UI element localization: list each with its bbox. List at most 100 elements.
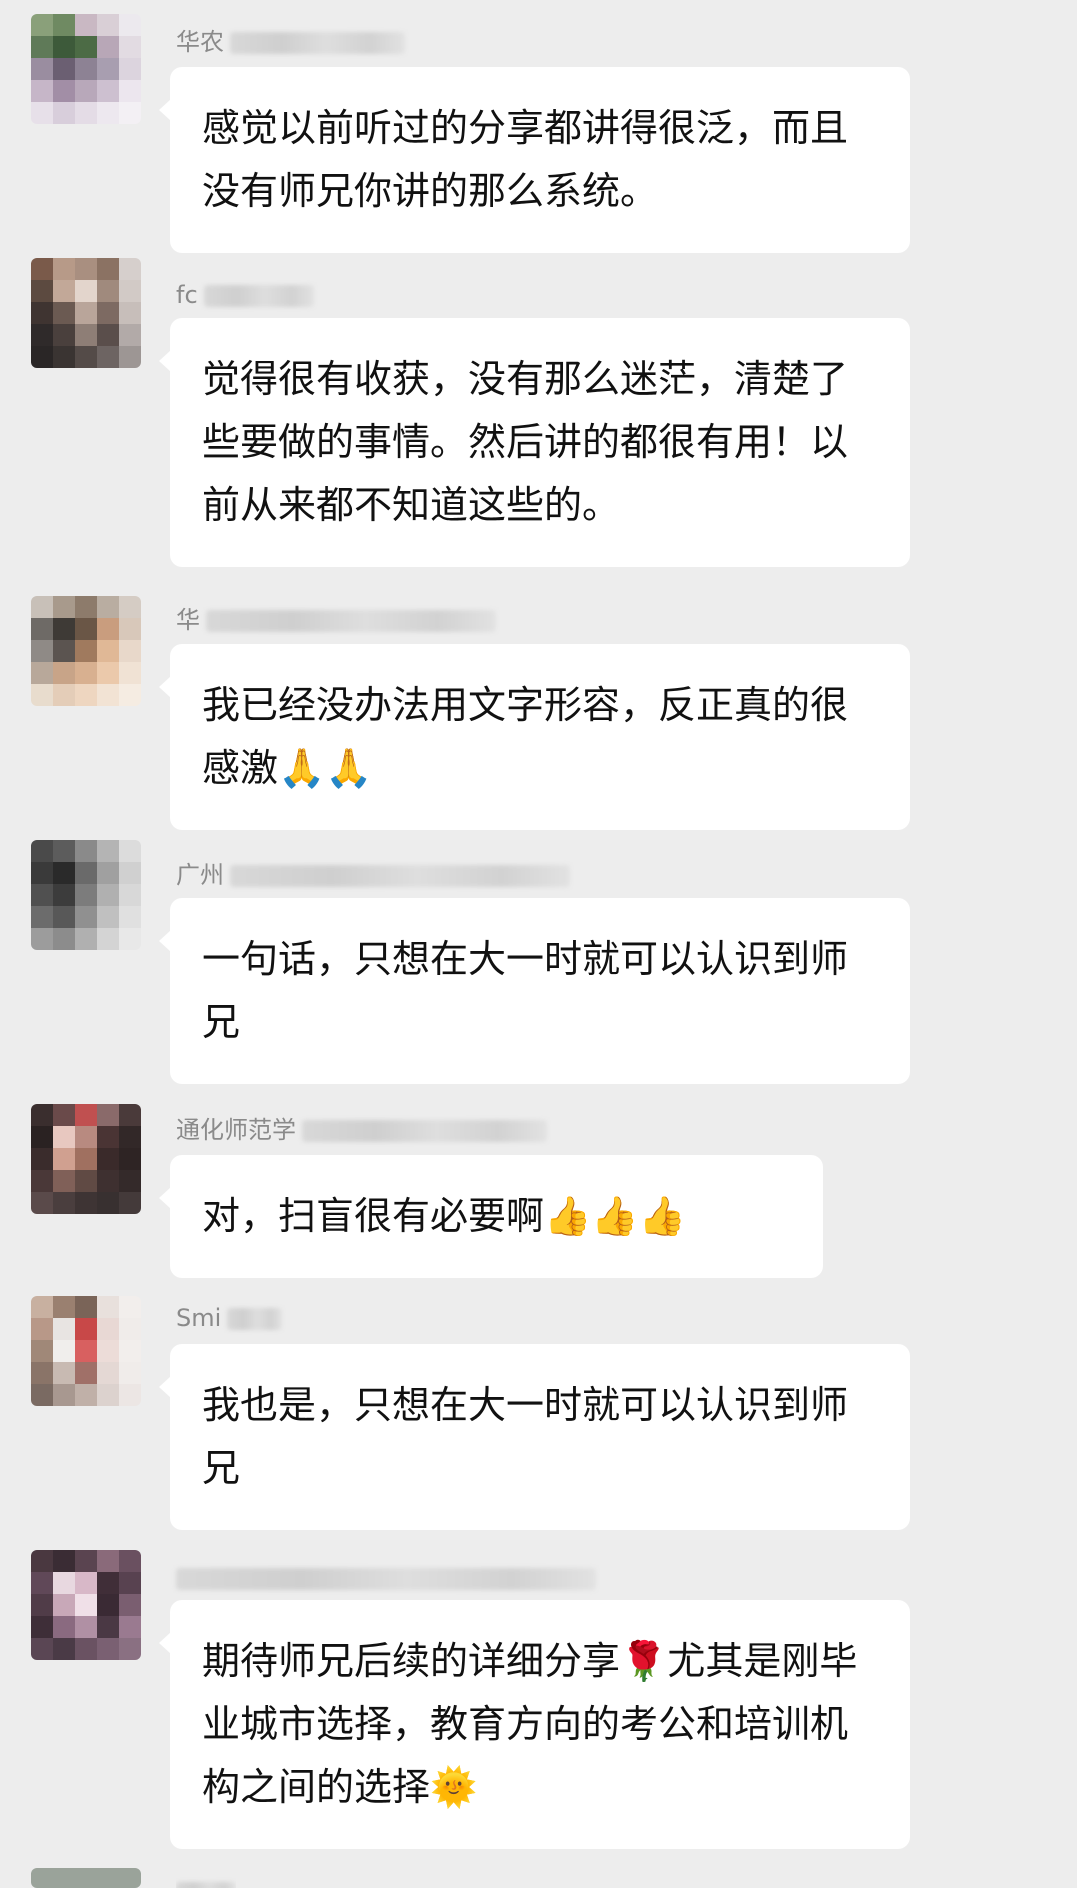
message-text: 我已经没办法用文字形容，反正真的很感激🙏🙏	[202, 683, 849, 790]
avatar-pixel	[119, 346, 141, 368]
avatar-pixel	[119, 862, 141, 884]
avatar-pixel	[119, 1384, 141, 1406]
avatar-pixel	[31, 1296, 53, 1318]
message-bubble[interactable]: 期待师兄后续的详细分享🌹尤其是刚毕业城市选择，教育方向的考公和培训机构之间的选择…	[159, 1600, 910, 1849]
avatar-pixel	[75, 928, 97, 950]
chat-history: 华农 感觉以前听过的分享都讲得很泛，而且没有师兄你讲的那么系统。 fc 觉得很有…	[0, 0, 1077, 1888]
avatar-pixel	[31, 1318, 53, 1340]
avatar-pixel	[97, 662, 119, 684]
avatar-pixel	[119, 14, 141, 36]
avatar[interactable]	[31, 1104, 141, 1214]
avatar-pixel	[97, 1296, 119, 1318]
avatar-pixel	[119, 1126, 141, 1148]
avatar[interactable]	[31, 14, 141, 124]
message-text: 感觉以前听过的分享都讲得很泛，而且没有师兄你讲的那么系统。	[202, 106, 849, 213]
avatar-pixel	[75, 596, 97, 618]
avatar-pixel	[119, 1550, 141, 1572]
avatar-pixel	[97, 596, 119, 618]
avatar-pixel	[75, 258, 97, 280]
avatar-pixel	[75, 1550, 97, 1572]
avatar-pixel	[53, 80, 75, 102]
avatar[interactable]	[31, 596, 141, 706]
avatar-pixel	[119, 1638, 141, 1660]
avatar-pixel	[97, 346, 119, 368]
avatar[interactable]	[31, 258, 141, 368]
avatar-pixel	[75, 346, 97, 368]
avatar-pixel	[119, 618, 141, 640]
avatar-pixel	[75, 14, 97, 36]
avatar-pixel	[31, 280, 53, 302]
avatar-pixel	[97, 1148, 119, 1170]
avatar[interactable]	[31, 840, 141, 950]
avatar-pixel	[119, 102, 141, 124]
message-bubble[interactable]: 我也是，只想在大一时就可以认识到师兄	[159, 1344, 910, 1530]
avatar-pixel	[53, 346, 75, 368]
avatar-pixel	[31, 1572, 53, 1594]
avatar[interactable]	[31, 1296, 141, 1406]
avatar-pixel	[31, 640, 53, 662]
avatar-pixel	[97, 1192, 119, 1214]
avatar-pixel	[53, 1192, 75, 1214]
avatar[interactable]	[31, 1868, 141, 1888]
avatar-pixel	[75, 618, 97, 640]
avatar-pixel	[119, 1148, 141, 1170]
avatar-pixel	[97, 258, 119, 280]
avatar-pixel	[53, 280, 75, 302]
avatar-pixel	[75, 1638, 97, 1660]
avatar-pixel	[97, 684, 119, 706]
avatar-pixel	[53, 662, 75, 684]
message-text: 一句话，只想在大一时就可以认识到师兄	[202, 937, 849, 1044]
message-bubble[interactable]: 对，扫盲很有必要啊👍👍👍	[159, 1155, 823, 1278]
avatar-pixel	[97, 1170, 119, 1192]
avatar-pixel	[75, 1148, 97, 1170]
avatar-pixel	[119, 1170, 141, 1192]
sender-name	[176, 1872, 236, 1888]
avatar-pixel	[75, 640, 97, 662]
avatar-pixel	[97, 1550, 119, 1572]
avatar-pixel	[119, 280, 141, 302]
avatar-pixel	[75, 58, 97, 80]
sender-name: 广州	[176, 855, 570, 895]
message-bubble[interactable]: 感觉以前听过的分享都讲得很泛，而且没有师兄你讲的那么系统。	[159, 67, 910, 253]
avatar-pixel	[53, 840, 75, 862]
avatar-pixel	[119, 684, 141, 706]
message-bubble[interactable]: 一句话，只想在大一时就可以认识到师兄	[159, 898, 910, 1084]
avatar-pixel	[75, 1126, 97, 1148]
avatar-pixel	[119, 302, 141, 324]
avatar-pixel	[53, 1104, 75, 1126]
avatar-pixel	[97, 1572, 119, 1594]
avatar-pixel	[97, 102, 119, 124]
avatar-pixel	[31, 58, 53, 80]
avatar-pixel	[119, 1296, 141, 1318]
avatar-pixel	[53, 1616, 75, 1638]
avatar-pixel	[31, 1384, 53, 1406]
message-text: 对，扫盲很有必要啊👍👍👍	[202, 1194, 686, 1238]
avatar-pixel	[75, 1296, 97, 1318]
avatar[interactable]	[31, 1550, 141, 1660]
avatar-pixel	[31, 1638, 53, 1660]
avatar-pixel	[97, 906, 119, 928]
avatar-pixel	[75, 840, 97, 862]
avatar-pixel	[31, 862, 53, 884]
avatar-pixel	[75, 1384, 97, 1406]
sender-name: 华农	[176, 22, 405, 62]
avatar-pixel	[75, 862, 97, 884]
avatar-pixel	[75, 1104, 97, 1126]
avatar-pixel	[53, 906, 75, 928]
avatar-pixel	[119, 1340, 141, 1362]
message-bubble[interactable]: 觉得很有收获，没有那么迷茫，清楚了些要做的事情。然后讲的都很有用！以前从来都不知…	[159, 318, 910, 567]
avatar-pixel	[97, 1362, 119, 1384]
avatar-pixel	[31, 1126, 53, 1148]
avatar-pixel	[119, 840, 141, 862]
message-bubble[interactable]: 我已经没办法用文字形容，反正真的很感激🙏🙏	[159, 644, 910, 830]
avatar-pixel	[53, 1638, 75, 1660]
avatar-pixel	[75, 884, 97, 906]
avatar-pixel	[97, 862, 119, 884]
avatar-pixel	[75, 36, 97, 58]
avatar-pixel	[31, 1148, 53, 1170]
avatar-pixel	[53, 324, 75, 346]
avatar-pixel	[97, 324, 119, 346]
avatar-pixel	[119, 596, 141, 618]
sender-name: fc	[176, 275, 314, 315]
message-text: 期待师兄后续的详细分享🌹尤其是刚毕业城市选择，教育方向的考公和培训机构之间的选择…	[202, 1639, 858, 1809]
